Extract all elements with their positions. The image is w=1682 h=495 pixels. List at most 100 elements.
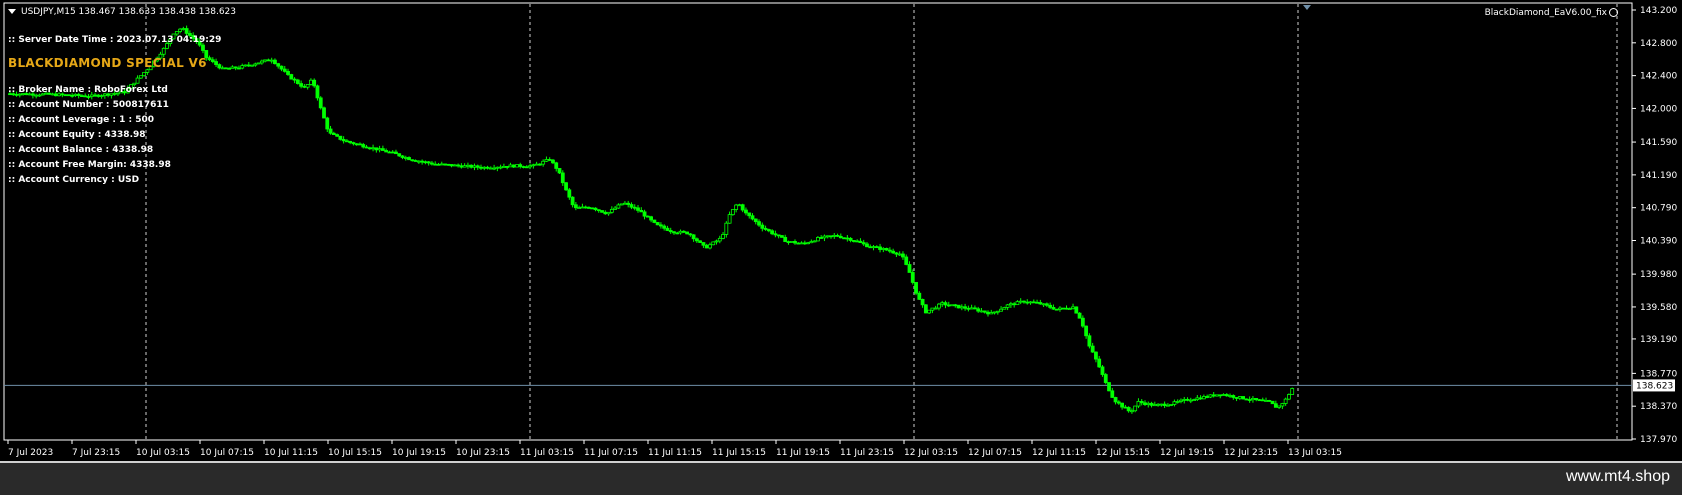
candle-body — [423, 161, 428, 164]
candle-body — [394, 151, 398, 155]
candle-body — [1172, 401, 1177, 405]
candle-body — [1097, 358, 1102, 368]
candle-body — [534, 163, 539, 166]
candle-body — [541, 160, 546, 165]
y-tick-label: 140.390 — [1640, 236, 1677, 246]
candle-body — [1054, 308, 1059, 311]
candle-body — [1110, 390, 1115, 398]
x-tick-label: 11 Jul 19:15 — [776, 448, 830, 458]
candle-body — [472, 165, 477, 168]
candle-body — [266, 59, 271, 62]
candle-body — [711, 241, 716, 246]
candle-body — [1277, 405, 1282, 408]
x-tick-label: 10 Jul 15:15 — [328, 448, 382, 458]
candle-body — [1058, 307, 1062, 310]
candle-body — [894, 252, 899, 255]
candle-body — [806, 242, 810, 245]
candle-body — [528, 165, 532, 168]
candle-body — [1035, 301, 1039, 304]
candle-body — [1044, 303, 1049, 306]
x-tick-label: 12 Jul 19:15 — [1160, 448, 1214, 458]
candle-body — [802, 242, 807, 245]
candle-body — [1218, 394, 1223, 397]
candle-body — [416, 160, 421, 163]
candle-body — [999, 308, 1003, 312]
y-tick-label: 138.770 — [1640, 369, 1677, 379]
candle-body — [927, 309, 932, 314]
candle-body — [760, 224, 765, 229]
candle-body — [1005, 304, 1010, 308]
server-time: :: Server Date Time : 2023.07.13 04:19:2… — [8, 35, 222, 45]
candle-body — [933, 307, 938, 310]
candle-body — [361, 144, 366, 148]
candle-body — [374, 147, 379, 151]
candle-body — [577, 207, 582, 209]
candle-body — [1100, 366, 1105, 375]
shift-marker-icon[interactable] — [1303, 5, 1311, 10]
candle-body — [678, 230, 683, 234]
x-tick-label: 12 Jul 15:15 — [1096, 448, 1150, 458]
candle-body — [309, 79, 313, 85]
expert-advisor-label[interactable]: BlackDiamond_EaV6.00_fix — [1485, 7, 1618, 19]
candle-body — [613, 207, 618, 210]
candle-body — [583, 206, 588, 209]
candle-body — [459, 165, 464, 168]
candle-body — [950, 304, 954, 307]
candle-body — [992, 311, 997, 314]
candle-body — [1237, 396, 1242, 399]
candle-body — [855, 240, 860, 243]
candle-body — [897, 253, 902, 256]
candle-body — [1188, 399, 1193, 402]
candle-body — [1064, 307, 1069, 310]
symbol-line: USDJPY,M15 138.467 138.633 138.438 138.6… — [8, 6, 236, 18]
candle-body — [1080, 317, 1085, 327]
candle-body — [567, 189, 572, 198]
candle-body — [475, 165, 480, 168]
candle-body — [1126, 407, 1131, 412]
candle-body — [1224, 394, 1229, 397]
smiley-icon[interactable] — [1609, 8, 1618, 17]
candle-body — [858, 240, 863, 244]
candle-body — [1156, 403, 1160, 406]
candle-body — [515, 164, 519, 168]
chart-window[interactable]: 138.623 143.200 142.800 142.400 142.000 141.… — [0, 0, 1682, 463]
y-tick-label: 138.370 — [1640, 402, 1677, 412]
candle-body — [675, 232, 680, 235]
candle-body — [551, 159, 555, 164]
candle-body — [518, 164, 523, 167]
candle-body — [744, 209, 748, 214]
candle-body — [989, 312, 994, 315]
candle-body — [878, 246, 882, 250]
candle-body — [737, 204, 742, 207]
candle-body — [1192, 399, 1196, 402]
candle-body — [953, 304, 958, 307]
candle-body — [619, 203, 624, 206]
x-tick-label: 13 Jul 03:15 — [1288, 448, 1342, 458]
candle-body — [1215, 394, 1219, 397]
current-price-label: 138.623 — [1636, 381, 1673, 391]
candle-body — [1152, 404, 1157, 407]
candle-body — [462, 165, 467, 168]
candle-body — [1084, 325, 1089, 337]
candle-body — [178, 28, 182, 32]
chart-plot[interactable]: 138.623 143.200 142.800 142.400 142.000 141.… — [0, 0, 1682, 461]
candle-body — [302, 85, 307, 88]
candle-body — [1143, 402, 1147, 405]
candle-body — [884, 247, 889, 251]
candle-body — [276, 63, 281, 67]
account-balance: :: Account Balance : 4338.98 — [8, 145, 154, 155]
candle-body — [364, 146, 369, 149]
candle-body — [142, 71, 147, 77]
symbol-menu-icon[interactable] — [8, 9, 16, 14]
candle-body — [328, 128, 333, 134]
candle-body — [596, 209, 601, 212]
candle-body — [420, 160, 425, 163]
candle-body — [1208, 394, 1213, 398]
candle-body — [757, 221, 761, 226]
candle-body — [606, 211, 611, 215]
candle-body — [1087, 335, 1092, 347]
x-tick-label: 10 Jul 07:15 — [200, 448, 254, 458]
candle-body — [874, 246, 879, 249]
candle-body — [452, 164, 457, 167]
candle-body — [871, 246, 876, 249]
